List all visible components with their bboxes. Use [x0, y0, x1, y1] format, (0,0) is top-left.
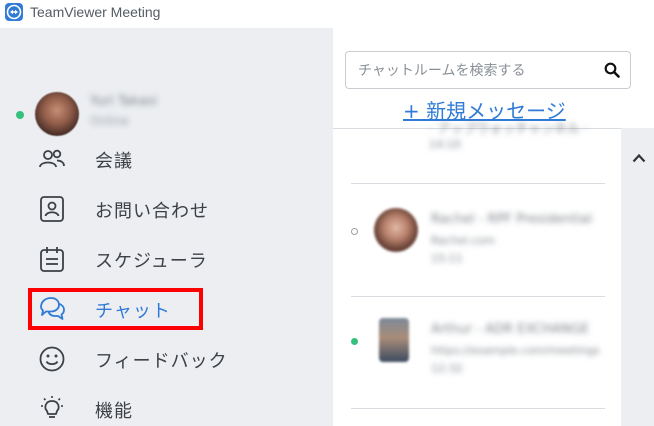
search-icon[interactable] — [604, 62, 620, 78]
online-status-indicator — [351, 338, 358, 345]
sidebar-item-meetings[interactable]: 会議 — [38, 140, 298, 176]
divider — [351, 408, 605, 409]
title-bar: TeamViewer Meeting — [0, 0, 654, 28]
search-input[interactable] — [356, 60, 600, 82]
people-icon — [39, 149, 65, 168]
avatar[interactable] — [35, 92, 79, 136]
avatar — [374, 208, 418, 252]
highlight-annotation — [28, 288, 203, 330]
sidebar-item-label: 会議 — [95, 151, 133, 172]
divider — [351, 296, 605, 297]
sidebar-item-label: 機能 — [95, 401, 133, 422]
calendar-icon — [40, 247, 64, 272]
user-profile[interactable]: Yuri Takasi Online — [14, 90, 314, 140]
conversation-preview: Rachel.com — [431, 234, 495, 247]
conversation-preview: https://example.com/meetings — [431, 344, 600, 357]
app-title: TeamViewer Meeting — [30, 4, 161, 20]
sidebar-item-label: フィードバック — [95, 351, 228, 372]
avatar — [379, 318, 409, 362]
conversation-preview: 14:10 — [429, 138, 461, 151]
chat-list-panel: + 新規メッセージ · アップウォッチャンネル · 14:10 Rachel -… — [333, 28, 654, 426]
conversation-title: Rachel - RPF Presidential — [431, 212, 592, 227]
list-item[interactable]: Arthur - ADR EXCHANGE https://example.co… — [351, 304, 623, 396]
sidebar-item-contacts[interactable]: お問い合わせ — [38, 190, 298, 226]
offline-status-indicator — [351, 228, 358, 235]
divider — [351, 183, 605, 184]
sidebar-item-scheduler[interactable]: スケジューラ — [38, 240, 298, 276]
chevron-up-icon[interactable] — [632, 153, 646, 163]
list-item[interactable]: · アップウォッチャンネル · 14:10 — [353, 122, 623, 164]
sidebar-item-label: スケジューラ — [95, 251, 208, 272]
online-status-indicator — [16, 111, 24, 119]
sidebar-item-feedback[interactable]: フィードバック — [38, 340, 298, 376]
smiley-icon — [39, 346, 65, 372]
profile-status: Online — [90, 114, 129, 128]
lightbulb-icon — [41, 396, 63, 418]
sidebar-item-features[interactable]: 機能 — [38, 390, 298, 426]
profile-name: Yuri Takasi — [90, 94, 158, 109]
list-item[interactable]: Rachel - RPF Presidential Rachel.com 15:… — [351, 194, 623, 286]
teamviewer-logo-icon — [5, 3, 23, 21]
conversation-title: Arthur - ADR EXCHANGE — [431, 322, 590, 337]
conversation-title: · アップウォッチャンネル · — [429, 122, 589, 137]
sidebar-item-label: お問い合わせ — [95, 201, 209, 222]
conversation-time: 12:32 — [431, 362, 463, 375]
contact-icon — [40, 196, 64, 222]
chat-search-box[interactable] — [345, 51, 631, 89]
scrollbar[interactable] — [621, 128, 654, 426]
conversation-time: 15:11 — [431, 252, 463, 265]
